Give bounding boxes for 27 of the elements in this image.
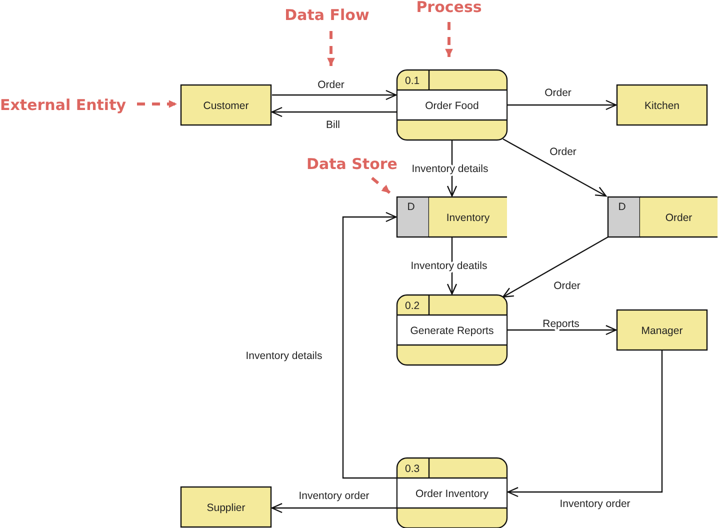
data-store-name: Inventory xyxy=(446,212,490,224)
flow-label: Order xyxy=(544,87,572,99)
flow-label: Bill xyxy=(326,119,340,131)
data-store-name: Order xyxy=(665,212,692,224)
flow-label: Inventory order xyxy=(560,498,630,510)
process-number: 0.2 xyxy=(405,300,420,312)
process-name: Generate Reports xyxy=(410,325,494,337)
callout-label: Data Flow xyxy=(284,6,370,24)
callout-label: Process xyxy=(416,0,482,16)
flow-label: Inventory order xyxy=(298,490,370,502)
external-entity-node: Manager xyxy=(616,309,708,351)
external-entity-node: Supplier xyxy=(180,486,272,528)
data-store-id: D xyxy=(407,201,415,213)
flow-label: Order xyxy=(554,280,580,292)
process-number: 0.3 xyxy=(405,463,420,475)
process-number: 0.1 xyxy=(405,75,420,87)
flow-label: Order xyxy=(318,79,344,91)
flow-label: Reports xyxy=(542,318,580,330)
flow-label: Inventory details xyxy=(246,350,322,362)
external-entity-node: Kitchen xyxy=(616,84,708,126)
flow-label: Order xyxy=(550,146,576,158)
process-name: Order Food xyxy=(425,100,479,112)
callout-label: Data Store xyxy=(306,155,398,173)
callout-label: External Entity xyxy=(0,96,126,114)
process-name: Order Inventory xyxy=(416,488,488,500)
external-entity-node: Customer xyxy=(180,84,272,126)
data-store-id: D xyxy=(618,201,626,213)
